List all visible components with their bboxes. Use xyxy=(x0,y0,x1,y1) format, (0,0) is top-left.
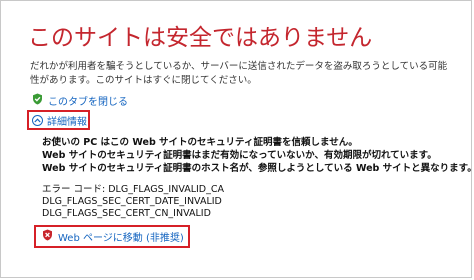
details-info: お使いの PC はこの Web サイトのセキュリティ証明書を信頼しません。 We… xyxy=(42,136,474,175)
green-shield-check-icon xyxy=(32,93,43,108)
details-toggle[interactable]: 詳細情報 xyxy=(32,113,87,128)
red-shield-x-icon xyxy=(42,229,53,244)
error-code-line: DLG_FLAGS_SEC_CERT_DATE_INVALID xyxy=(42,196,222,207)
details-line: Web サイトのセキュリティ証明書のホスト名が、参照しようとしている Web サ… xyxy=(42,163,474,174)
go-to-page-link[interactable]: Web ページに移動 (非推奨) xyxy=(42,229,184,244)
warning-description: だれかが利用者を騙そうとしているか、サーバーに送信されたデータを盗み取ろうとして… xyxy=(30,61,448,86)
go-to-page-label: Web ページに移動 (非推奨) xyxy=(58,233,184,244)
error-codes: エラー コード: DLG_FLAGS_INVALID_CA DLG_FLAGS_… xyxy=(42,184,224,220)
page-title: このサイトは安全ではありません xyxy=(28,25,373,51)
close-tab-label: このタブを閉じる xyxy=(48,97,128,108)
close-tab-link[interactable]: このタブを閉じる xyxy=(32,93,128,108)
details-label: 詳細情報 xyxy=(47,117,87,128)
error-code-line: エラー コード: DLG_FLAGS_INVALID_CA xyxy=(42,184,224,195)
circle-chevron-up-icon xyxy=(32,115,43,126)
error-code-line: DLG_FLAGS_SEC_CERT_CN_INVALID xyxy=(42,208,211,219)
details-line: お使いの PC はこの Web サイトのセキュリティ証明書を信頼しません。 xyxy=(42,137,358,148)
details-line: Web サイトのセキュリティ証明書はまだ有効になっていないか、有効期限が切れてい… xyxy=(42,150,437,161)
